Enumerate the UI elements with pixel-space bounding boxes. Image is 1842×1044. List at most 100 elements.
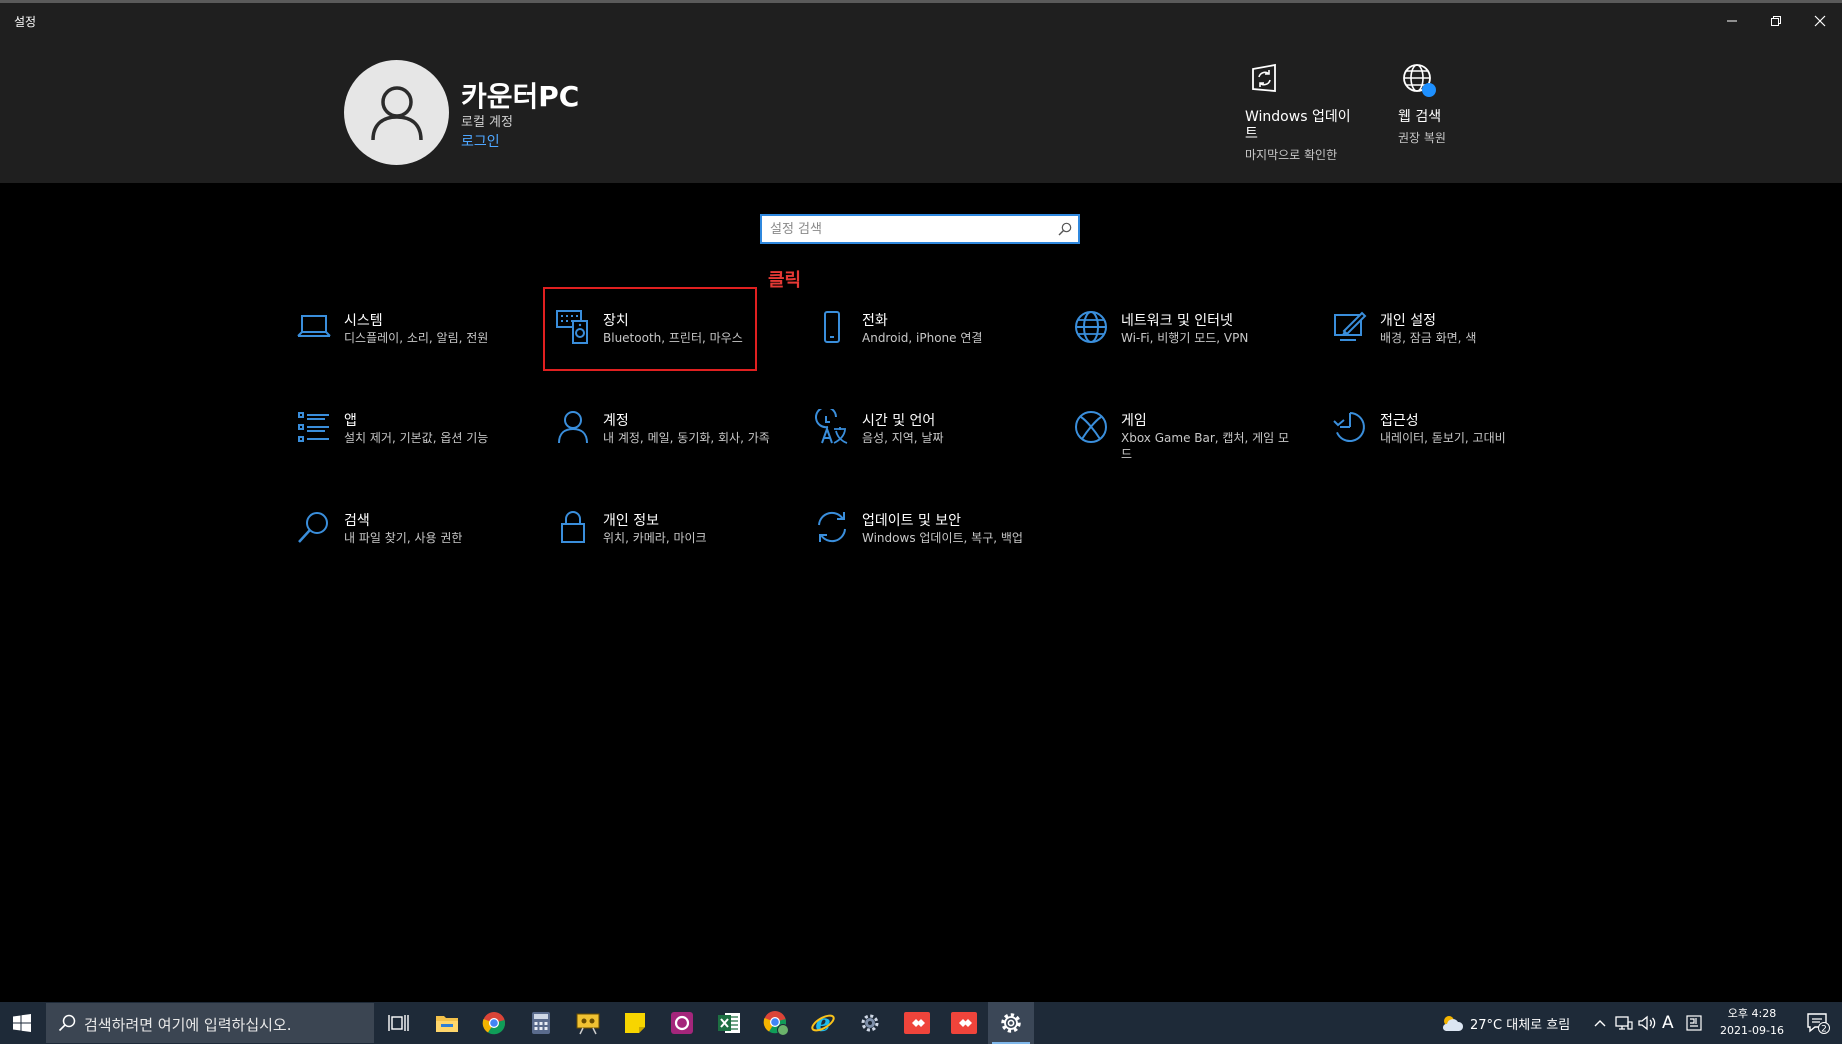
restore-icon [1771,16,1781,26]
search-input[interactable] [770,219,1050,239]
web-search-shortcut[interactable]: 웹 검색 권장 복원 [1398,61,1446,146]
user-name: 카운터PC [461,80,580,113]
window-title: 설정 [14,15,37,29]
login-link[interactable]: 로그인 [461,131,500,151]
personalization-icon [1334,311,1367,341]
apps-icon [298,412,329,442]
taskbar: 검색하려면 여기에 입력하십시오. e 27°C 대체로 흐림 A 오후 4:2… [0,1002,1842,1044]
weather-widget[interactable]: 27°C 대체로 흐림 [1440,1002,1570,1044]
tile-desc: Xbox Game Bar, 캡처, 게임 모드 [1121,431,1290,461]
sticky-notes-icon [625,1013,645,1033]
phone-icon [824,311,840,343]
tile-desc: 설치 제거, 기본값, 옵션 기능 [344,431,489,445]
taskbar-presenter[interactable] [565,1002,611,1044]
chevron-up-icon [1594,1020,1606,1027]
person-icon [558,411,588,444]
devices-icon [556,310,588,344]
taskbar-chrome[interactable] [471,1002,517,1044]
windows-update-title: Windows 업데이 트 [1245,109,1351,142]
tile-desc: Windows 업데이트, 복구, 백업 [862,531,1023,545]
search-icon [298,512,328,543]
tile-time-language[interactable]: 시간 및 언어 음성, 지역, 날짜 [814,409,1029,489]
tile-update-security[interactable]: 업데이트 및 보안 Windows 업데이트, 복구, 백업 [814,509,1029,589]
tile-desc: 디스플레이, 소리, 알림, 전원 [344,331,489,345]
tile-desc: Bluetooth, 프린터, 마우스 [603,331,743,345]
taskbar-chrome-profile[interactable] [753,1002,799,1044]
ime-button[interactable] [1686,1002,1702,1044]
taskbar-excel[interactable] [706,1002,752,1044]
restore-button[interactable] [1754,3,1798,39]
tile-desc: 위치, 카메라, 마이크 [603,531,707,545]
taskbar-calculator[interactable] [518,1002,564,1044]
windows-update-shortcut[interactable]: Windows 업데이 트 마지막으로 확인한 [1245,61,1355,163]
tile-desc: 내 계정, 메일, 동기화, 회사, 가족 [603,431,770,445]
tile-apps[interactable]: 앱 설치 제거, 기본값, 옵션 기능 [296,409,511,489]
onenote-icon [671,1012,693,1034]
svg-text:e: e [815,1010,830,1036]
tile-desc: 내레이터, 돋보기, 고대비 [1380,431,1506,445]
minimize-button[interactable] [1710,3,1754,39]
chrome-icon [482,1012,506,1035]
search-icon [1058,222,1072,236]
notification-icon: 2 [1807,1013,1830,1035]
taskbar-file-explorer[interactable] [424,1002,470,1044]
file-explorer-icon [436,1016,458,1032]
input-mode-indicator[interactable]: A [1662,1002,1674,1044]
user-avatar-icon [370,85,423,140]
taskbar-anydesk-2[interactable] [941,1002,987,1044]
xbox-icon [1075,411,1107,443]
internet-explorer-icon: e [811,1010,835,1036]
taskbar-onenote[interactable] [659,1002,705,1044]
tile-desc: 배경, 잠금 화면, 색 [1380,331,1477,345]
tile-accessibility[interactable]: 접근성 내레이터, 돋보기, 고대비 [1332,409,1547,489]
tile-name: 개인 정보 [603,513,659,529]
tile-name: 업데이트 및 보안 [862,513,962,529]
settings-search[interactable] [760,214,1080,244]
tile-search[interactable]: 검색 내 파일 찾기, 사용 권한 [296,509,511,589]
laptop-icon [297,315,331,337]
sync-icon [818,511,846,543]
minimize-icon [1727,20,1737,22]
tile-desc: 내 파일 찾기, 사용 권한 [344,531,463,545]
windows-logo-icon [13,1014,31,1032]
action-center-button[interactable]: 2 [1798,1002,1838,1044]
taskbar-clock[interactable]: 오후 4:28 2021-09-16 [1712,1005,1792,1039]
presenter-icon [576,1013,600,1035]
taskbar-anydesk[interactable] [894,1002,940,1044]
clock-date: 2021-09-16 [1720,1024,1784,1037]
taskbar-internet-explorer[interactable]: e [800,1002,846,1044]
network-status[interactable] [1615,1002,1633,1044]
tile-privacy[interactable]: 개인 정보 위치, 카메라, 마이크 [555,509,770,589]
tile-devices[interactable]: 장치 Bluetooth, 프린터, 마우스 [555,309,770,389]
task-view-icon [388,1015,409,1031]
notification-count: 2 [1821,1025,1827,1035]
search-icon [58,1014,76,1032]
task-view-button[interactable] [376,1002,422,1044]
avatar[interactable] [344,60,449,165]
accessibility-icon [1333,412,1365,442]
tile-system[interactable]: 시스템 디스플레이, 소리, 알림, 전원 [296,309,511,389]
volume-control[interactable] [1638,1002,1658,1044]
anydesk-icon [904,1012,930,1034]
tile-name: 접근성 [1380,413,1419,429]
tile-phone[interactable]: 전화 Android, iPhone 연결 [814,309,1029,389]
settings-icon [1001,1013,1021,1033]
title-bar: 설정 [0,3,1842,39]
korean-ime-icon [1686,1015,1702,1031]
tile-personalization[interactable]: 개인 설정 배경, 잠금 화면, 색 [1332,309,1547,389]
tile-network[interactable]: 네트워크 및 인터넷 Wi-Fi, 비행기 모드, VPN [1073,309,1288,389]
tile-gaming[interactable]: 게임 Xbox Game Bar, 캡처, 게임 모드 [1073,409,1290,489]
taskbar-search[interactable]: 검색하려면 여기에 입력하십시오. [46,1003,374,1043]
tile-desc: Android, iPhone 연결 [862,331,983,345]
volume-icon [1638,1015,1656,1031]
close-button[interactable] [1798,3,1842,39]
start-button[interactable] [0,1002,44,1044]
taskbar-sticky-notes[interactable] [612,1002,658,1044]
taskbar-settings[interactable] [988,1002,1034,1044]
show-hidden-icons-button[interactable] [1593,1002,1607,1044]
tile-name: 앱 [344,413,357,429]
taskbar-gear-app[interactable] [847,1002,893,1044]
tile-accounts[interactable]: 계정 내 계정, 메일, 동기화, 회사, 가족 [555,409,770,489]
web-search-icon [1400,61,1436,97]
tile-name: 검색 [344,513,370,529]
